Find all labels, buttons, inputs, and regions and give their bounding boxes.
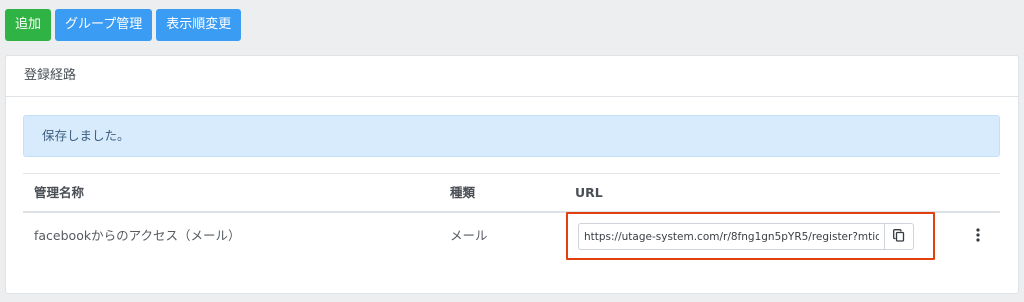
url-input-group	[578, 223, 914, 250]
header-url: URL	[575, 185, 603, 200]
table-row: facebookからのアクセス（メール） メール	[23, 212, 1000, 260]
kebab-menu-icon	[976, 227, 980, 245]
header-name: 管理名称	[34, 185, 85, 200]
table-header: 管理名称 種類 URL	[23, 173, 1000, 213]
group-manage-button[interactable]: グループ管理	[55, 9, 153, 41]
row-actions-button[interactable]	[972, 227, 984, 245]
display-order-button[interactable]: 表示順変更	[156, 9, 242, 41]
row-type: メール	[450, 228, 488, 243]
copy-icon	[893, 228, 905, 245]
registration-url-field[interactable]	[578, 223, 884, 250]
copy-url-button[interactable]	[884, 223, 914, 250]
card-title: 登録経路	[6, 56, 1018, 97]
url-highlight-box	[566, 212, 935, 260]
toolbar: 追加 グループ管理 表示順変更	[5, 9, 242, 41]
add-button[interactable]: 追加	[5, 9, 52, 41]
header-type: 種類	[450, 185, 476, 200]
row-name: facebookからのアクセス（メール）	[34, 228, 241, 243]
save-success-alert: 保存しました。	[23, 115, 1000, 157]
registration-route-card: 登録経路 保存しました。 管理名称 種類 URL facebookからのアクセス…	[5, 55, 1019, 294]
